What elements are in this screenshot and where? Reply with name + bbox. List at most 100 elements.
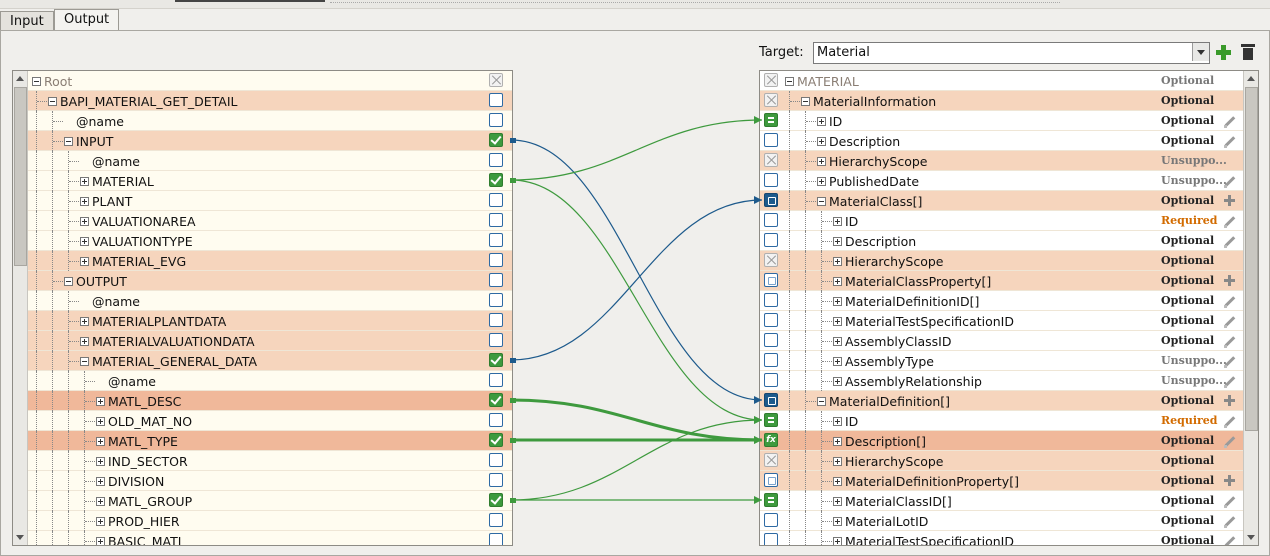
collapse-icon[interactable] bbox=[64, 137, 73, 146]
function-mapping-icon[interactable]: fx bbox=[764, 433, 778, 447]
collapse-icon[interactable] bbox=[80, 357, 89, 366]
source-tree-row[interactable]: MATERIAL_EVG bbox=[28, 251, 512, 271]
scroll-down-icon[interactable] bbox=[16, 535, 24, 540]
source-tree-row[interactable]: PROD_HIER bbox=[28, 511, 512, 531]
source-tree-row[interactable]: MATERIAL_GENERAL_DATA bbox=[28, 351, 512, 371]
source-tree-row[interactable]: OLD_MAT_NO bbox=[28, 411, 512, 431]
mapped-checkbox[interactable] bbox=[489, 393, 503, 407]
target-tree-row[interactable]: MaterialLotID Optional bbox=[760, 511, 1243, 531]
map-checkbox[interactable] bbox=[764, 233, 778, 247]
add-item-icon[interactable] bbox=[1222, 393, 1238, 409]
target-tree-row[interactable]: MaterialDefinitionID[] Optional bbox=[760, 291, 1243, 311]
edit-pencil-icon[interactable] bbox=[1222, 373, 1238, 389]
target-tree-row[interactable]: HierarchyScope Optional bbox=[760, 451, 1243, 471]
add-target-icon[interactable] bbox=[1215, 44, 1231, 60]
target-tree-row[interactable]: MATERIAL Optional bbox=[760, 71, 1243, 91]
scroll-down-icon[interactable] bbox=[1247, 535, 1255, 540]
expand-icon[interactable] bbox=[833, 457, 842, 466]
expand-icon[interactable] bbox=[833, 437, 842, 446]
target-tree[interactable]: MATERIAL Optional MaterialInformation Optio… bbox=[759, 70, 1259, 546]
map-checkbox[interactable] bbox=[489, 193, 503, 207]
map-checkbox[interactable] bbox=[764, 333, 778, 347]
mapped-checkbox[interactable] bbox=[489, 173, 503, 187]
target-select[interactable]: Material bbox=[813, 42, 1210, 64]
expand-icon[interactable] bbox=[96, 437, 105, 446]
map-checkbox[interactable] bbox=[489, 313, 503, 327]
expand-icon[interactable] bbox=[817, 117, 826, 126]
target-tree-row[interactable]: MaterialInformation Optional bbox=[760, 91, 1243, 111]
expand-icon[interactable] bbox=[80, 317, 89, 326]
edit-pencil-icon[interactable] bbox=[1222, 173, 1238, 189]
source-tree-row[interactable]: @name bbox=[28, 371, 512, 391]
edit-pencil-icon[interactable] bbox=[1222, 353, 1238, 369]
source-tree-scrollbar[interactable] bbox=[13, 71, 28, 545]
expand-icon[interactable] bbox=[80, 197, 89, 206]
target-tree-row[interactable]: AssemblyType Unsuppo... bbox=[760, 351, 1243, 371]
expand-icon[interactable] bbox=[80, 337, 89, 346]
source-tree-row[interactable]: VALUATIONTYPE bbox=[28, 231, 512, 251]
collapse-icon[interactable] bbox=[817, 397, 826, 406]
map-checkbox[interactable] bbox=[764, 533, 778, 545]
equals-mapping-icon[interactable] bbox=[764, 113, 778, 127]
map-checkbox[interactable] bbox=[489, 453, 503, 467]
map-checkbox[interactable] bbox=[764, 133, 778, 147]
collapse-icon[interactable] bbox=[785, 77, 794, 86]
map-checkbox[interactable] bbox=[489, 213, 503, 227]
scroll-thumb[interactable] bbox=[14, 87, 27, 266]
map-checkbox[interactable] bbox=[489, 373, 503, 387]
scroll-up-icon[interactable] bbox=[1247, 76, 1255, 81]
target-tree-row[interactable]: HierarchyScope Optional bbox=[760, 251, 1243, 271]
map-checkbox[interactable] bbox=[764, 173, 778, 187]
collapse-icon[interactable] bbox=[64, 277, 73, 286]
map-checkbox[interactable] bbox=[489, 533, 503, 545]
expand-icon[interactable] bbox=[833, 417, 842, 426]
expand-icon[interactable] bbox=[96, 457, 105, 466]
loop-mapping-icon[interactable] bbox=[764, 193, 778, 207]
target-tree-row[interactable]: MaterialClass[] Optional bbox=[760, 191, 1243, 211]
map-checkbox[interactable] bbox=[489, 113, 503, 127]
expand-icon[interactable] bbox=[817, 137, 826, 146]
map-checkbox[interactable] bbox=[764, 293, 778, 307]
target-tree-row[interactable]: AssemblyClassID Optional bbox=[760, 331, 1243, 351]
target-tree-row[interactable]: Description Optional bbox=[760, 231, 1243, 251]
source-tree-row[interactable]: IND_SECTOR bbox=[28, 451, 512, 471]
map-checkbox[interactable] bbox=[489, 293, 503, 307]
edit-pencil-icon[interactable] bbox=[1222, 293, 1238, 309]
equals-mapping-icon[interactable] bbox=[764, 493, 778, 507]
expand-icon[interactable] bbox=[817, 177, 826, 186]
expand-icon[interactable] bbox=[80, 177, 89, 186]
map-checkbox[interactable] bbox=[489, 93, 503, 107]
target-tree-row[interactable]: ID Optional bbox=[760, 111, 1243, 131]
edit-pencil-icon[interactable] bbox=[1222, 513, 1238, 529]
target-tree-row[interactable]: MaterialTestSpecificationID Optional bbox=[760, 311, 1243, 331]
source-tree-row[interactable]: @name bbox=[28, 151, 512, 171]
add-item-icon[interactable] bbox=[1222, 273, 1238, 289]
map-checkbox[interactable] bbox=[489, 153, 503, 167]
target-tree-row[interactable]: MaterialClassProperty[] Optional bbox=[760, 271, 1243, 291]
map-checkbox[interactable] bbox=[489, 473, 503, 487]
expand-icon[interactable] bbox=[96, 497, 105, 506]
edit-pencil-icon[interactable] bbox=[1222, 533, 1238, 545]
collapse-icon[interactable] bbox=[801, 97, 810, 106]
edit-pencil-icon[interactable] bbox=[1222, 113, 1238, 129]
source-tree-row[interactable]: MATL_GROUP bbox=[28, 491, 512, 511]
expand-icon[interactable] bbox=[833, 317, 842, 326]
expand-icon[interactable] bbox=[833, 217, 842, 226]
source-tree-row[interactable]: BASIC_MATL bbox=[28, 531, 512, 545]
map-checkbox[interactable] bbox=[489, 333, 503, 347]
source-tree-row[interactable]: BAPI_MATERIAL_GET_DETAIL bbox=[28, 91, 512, 111]
map-checkbox[interactable] bbox=[489, 253, 503, 267]
edit-pencil-icon[interactable] bbox=[1222, 313, 1238, 329]
source-tree-row[interactable]: @name bbox=[28, 291, 512, 311]
source-tree-row[interactable]: MATERIALVALUATIONDATA bbox=[28, 331, 512, 351]
mapped-checkbox[interactable] bbox=[489, 493, 503, 507]
collapse-icon[interactable] bbox=[817, 197, 826, 206]
target-tree-row[interactable]: MaterialTestSpecificationID Optional bbox=[760, 531, 1243, 545]
add-item-icon[interactable] bbox=[1222, 193, 1238, 209]
source-tree-row[interactable]: DIVISION bbox=[28, 471, 512, 491]
source-tree-row[interactable]: @name bbox=[28, 111, 512, 131]
expand-icon[interactable] bbox=[833, 237, 842, 246]
edit-pencil-icon[interactable] bbox=[1222, 333, 1238, 349]
collapse-icon[interactable] bbox=[32, 77, 41, 86]
expand-icon[interactable] bbox=[833, 297, 842, 306]
